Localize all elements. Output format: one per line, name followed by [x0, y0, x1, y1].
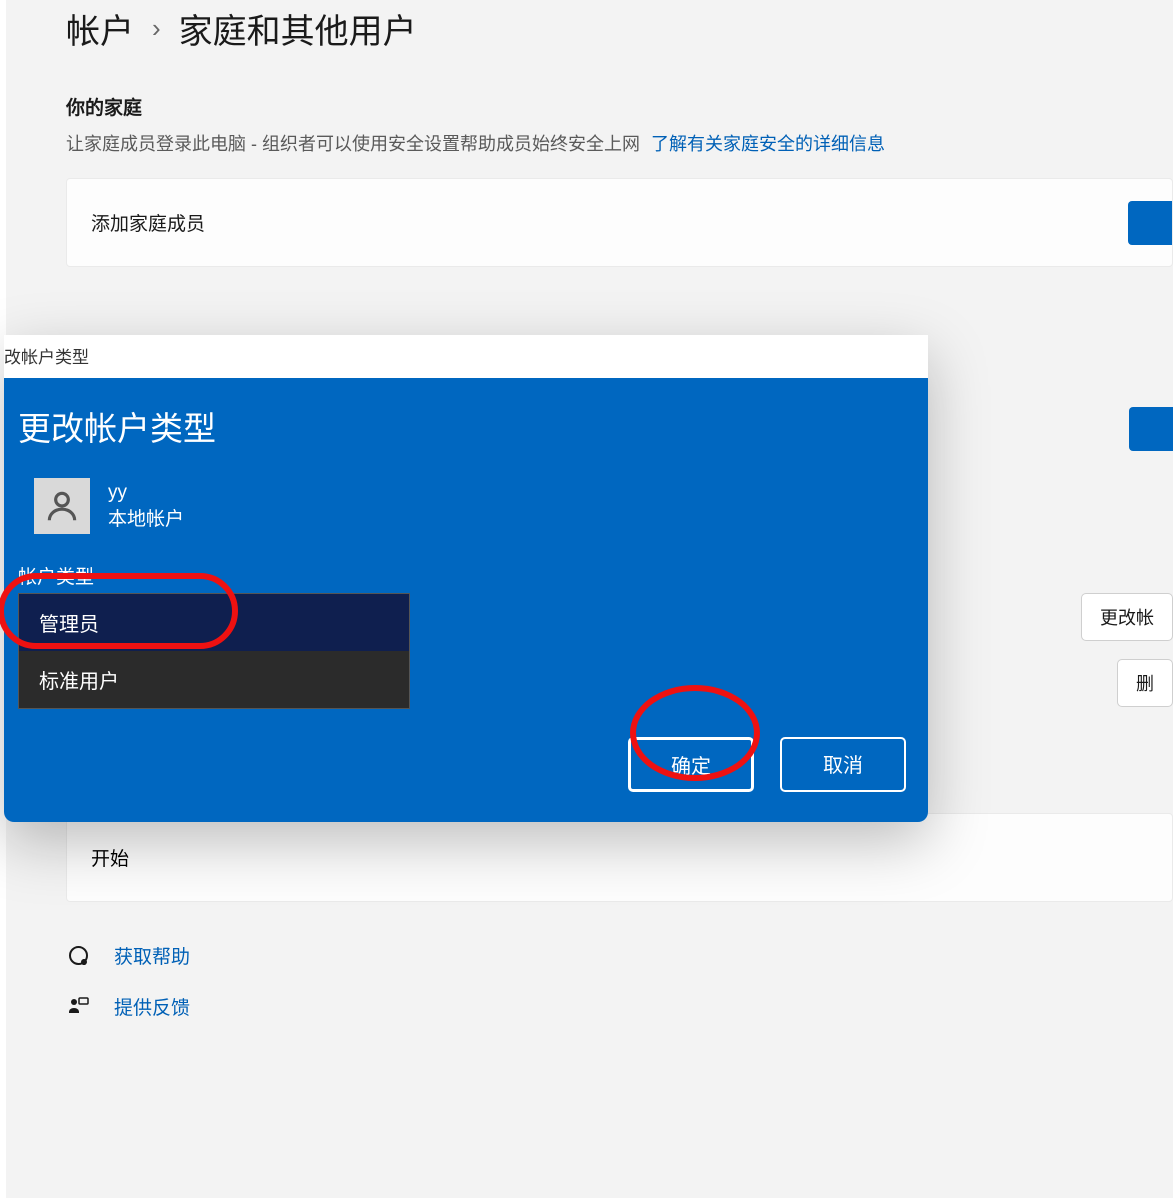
- account-type-dropdown[interactable]: 管理员 标准用户: [18, 593, 410, 709]
- feedback-icon: [66, 995, 90, 1019]
- account-type-label: 帐户类型: [18, 562, 914, 589]
- user-avatar-icon: [34, 478, 90, 534]
- family-desc-text: 让家庭成员登录此电脑 - 组织者可以使用安全设置帮助成员始终安全上网: [66, 134, 640, 154]
- family-learn-more-link[interactable]: 了解有关家庭安全的详细信息: [651, 134, 885, 154]
- cancel-button[interactable]: 取消: [780, 737, 906, 792]
- dialog-user-sub: 本地帐户: [108, 504, 184, 531]
- help-icon: ?: [66, 944, 90, 968]
- add-family-label: 添加家庭成员: [91, 214, 205, 235]
- family-section-desc: 让家庭成员登录此电脑 - 组织者可以使用安全设置帮助成员始终安全上网 了解有关家…: [66, 130, 1173, 156]
- add-other-user-button[interactable]: [1129, 407, 1173, 451]
- feedback-label: 提供反馈: [114, 993, 190, 1020]
- chevron-right-icon: ›: [152, 13, 161, 44]
- option-standard[interactable]: 标准用户: [19, 651, 409, 708]
- family-section-title: 你的家庭: [66, 93, 1173, 120]
- ok-button[interactable]: 确定: [628, 737, 754, 792]
- dialog-user-name: yy: [108, 482, 184, 504]
- get-help-label: 获取帮助: [114, 942, 190, 969]
- dialog-titlebar: 改帐户类型: [4, 335, 928, 378]
- change-account-type-button[interactable]: 更改帐: [1081, 593, 1173, 641]
- change-account-type-dialog: 改帐户类型 更改帐户类型 yy 本地帐户 帐户类型 管理员 标准用户 确定 取消: [4, 335, 928, 822]
- dialog-heading: 更改帐户类型: [18, 402, 914, 450]
- get-help-link[interactable]: ? 获取帮助: [66, 942, 1173, 969]
- option-admin[interactable]: 管理员: [19, 594, 409, 651]
- kiosk-start-card[interactable]: 开始: [66, 813, 1173, 902]
- breadcrumb: 帐户 › 家庭和其他用户: [66, 4, 1173, 53]
- breadcrumb-current: 家庭和其他用户: [179, 4, 417, 53]
- svg-text:?: ?: [83, 960, 86, 966]
- breadcrumb-parent[interactable]: 帐户: [66, 4, 134, 53]
- add-button[interactable]: [1128, 201, 1172, 245]
- feedback-link[interactable]: 提供反馈: [66, 993, 1173, 1020]
- remove-account-button[interactable]: 删: [1117, 659, 1173, 707]
- kiosk-start-label: 开始: [91, 849, 129, 870]
- add-family-card[interactable]: 添加家庭成员: [66, 178, 1173, 267]
